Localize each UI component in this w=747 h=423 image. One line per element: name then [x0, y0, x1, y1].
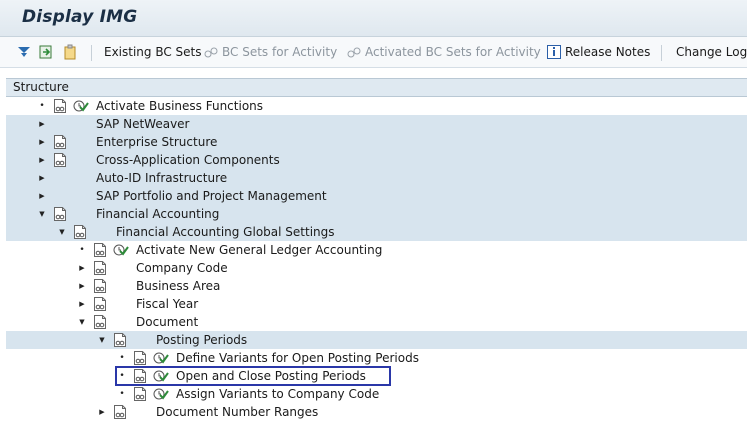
- toolbar-separator: [661, 45, 662, 61]
- tree-node-label[interactable]: Document: [136, 315, 198, 329]
- tree-node[interactable]: ▼ Document: [6, 313, 747, 331]
- img-structure-tree: Structure • Activate Business Functions ▶ S…: [6, 78, 747, 420]
- tree-node-label[interactable]: Enterprise Structure: [96, 135, 217, 149]
- execute-icon[interactable]: [38, 43, 57, 61]
- documentation-icon[interactable]: [93, 260, 107, 276]
- execute-activity-icon[interactable]: [73, 98, 89, 114]
- expand-arrow-icon[interactable]: ▶: [97, 406, 107, 418]
- collapse-arrow-icon[interactable]: ▼: [77, 316, 87, 328]
- tree-node-label[interactable]: Document Number Ranges: [156, 405, 318, 419]
- documentation-icon[interactable]: [53, 152, 67, 168]
- tree-node[interactable]: ▼ Financial Accounting: [6, 205, 747, 223]
- existing-bc-sets-label: Existing BC Sets: [104, 45, 202, 59]
- documentation-icon[interactable]: [133, 386, 147, 402]
- documentation-icon[interactable]: [93, 314, 107, 330]
- documentation-icon[interactable]: [93, 278, 107, 294]
- tree-node[interactable]: ▶ Business Area: [6, 277, 747, 295]
- tree-node[interactable]: • Activate New General Ledger Accounting: [6, 241, 747, 259]
- tree-node-label[interactable]: Fiscal Year: [136, 297, 198, 311]
- tree-node-label[interactable]: Activate Business Functions: [96, 99, 263, 113]
- documentation-icon[interactable]: [133, 350, 147, 366]
- documentation-icon[interactable]: [93, 296, 107, 312]
- documentation-icon[interactable]: [53, 134, 67, 150]
- bc-sets-for-activity-button[interactable]: BC Sets for Activity: [203, 43, 337, 61]
- expand-arrow-icon[interactable]: ▶: [77, 298, 87, 310]
- leaf-bullet-icon: •: [39, 101, 45, 111]
- application-toolbar: Existing BC Sets BC Sets for Activity Ac…: [0, 37, 747, 68]
- tree-node[interactable]: • Assign Variants to Company Code: [6, 385, 747, 403]
- tree-node[interactable]: ▶ SAP NetWeaver: [6, 115, 747, 133]
- selection-highlight: [115, 366, 391, 386]
- existing-bc-sets-button[interactable]: Existing BC Sets: [104, 43, 202, 61]
- tree-node-label[interactable]: Company Code: [136, 261, 228, 275]
- tree-node-label[interactable]: Auto-ID Infrastructure: [96, 171, 227, 185]
- collapse-arrow-icon[interactable]: ▼: [37, 208, 47, 220]
- toolbar-separator: [91, 45, 92, 61]
- tree-node[interactable]: ▶ Enterprise Structure: [6, 133, 747, 151]
- bc-sets-for-activity-label: BC Sets for Activity: [222, 45, 338, 59]
- collapse-arrow-icon[interactable]: ▼: [97, 334, 107, 346]
- tree-node[interactable]: • Activate Business Functions: [6, 97, 747, 115]
- expand-arrow-icon[interactable]: ▶: [77, 280, 87, 292]
- expand-arrow-icon[interactable]: ▶: [37, 154, 47, 166]
- change-log-button[interactable]: Change Log: [676, 43, 747, 61]
- documentation-icon[interactable]: [93, 242, 107, 258]
- release-notes-label: Release Notes: [565, 45, 651, 59]
- tree-node[interactable]: ▶ Cross-Application Components: [6, 151, 747, 169]
- release-notes-button[interactable]: Release Notes: [546, 43, 650, 61]
- documentation-icon[interactable]: [53, 98, 67, 114]
- bc-set-icon: [347, 47, 361, 58]
- documentation-icon[interactable]: [73, 224, 87, 240]
- info-icon: [547, 45, 561, 59]
- structure-header-label: Structure: [13, 80, 69, 94]
- documentation-icon[interactable]: [113, 332, 127, 348]
- tree-node-label[interactable]: Assign Variants to Company Code: [176, 387, 379, 401]
- execute-activity-icon[interactable]: [153, 386, 169, 402]
- tree-node-label[interactable]: Activate New General Ledger Accounting: [136, 243, 382, 257]
- tree-node[interactable]: ▶ SAP Portfolio and Project Management: [6, 187, 747, 205]
- leaf-bullet-icon: •: [119, 353, 125, 363]
- tree-node-label[interactable]: Business Area: [136, 279, 220, 293]
- collapse-arrow-icon[interactable]: ▼: [57, 226, 67, 238]
- tree-node[interactable]: ▶ Auto-ID Infrastructure: [6, 169, 747, 187]
- clipboard-icon[interactable]: [62, 43, 81, 61]
- execute-activity-icon[interactable]: [113, 242, 129, 258]
- tree-node-label[interactable]: SAP Portfolio and Project Management: [96, 189, 327, 203]
- activated-bc-sets-label: Activated BC Sets for Activity: [365, 45, 541, 59]
- expand-arrow-icon[interactable]: ▶: [37, 172, 47, 184]
- tree-node[interactable]: ▶ Fiscal Year: [6, 295, 747, 313]
- tree-node[interactable]: ▼ Financial Accounting Global Settings: [6, 223, 747, 241]
- tree-node-label[interactable]: Financial Accounting: [96, 207, 219, 221]
- tree-node-label[interactable]: Posting Periods: [156, 333, 247, 347]
- documentation-icon[interactable]: [53, 206, 67, 222]
- activated-bc-sets-button[interactable]: Activated BC Sets for Activity: [346, 43, 541, 61]
- expand-arrow-icon[interactable]: ▶: [37, 136, 47, 148]
- tree-node-label[interactable]: SAP NetWeaver: [96, 117, 189, 131]
- tree-node[interactable]: • Define Variants for Open Posting Period…: [6, 349, 747, 367]
- documentation-icon[interactable]: [113, 404, 127, 420]
- bc-set-icon: [204, 47, 218, 58]
- expand-arrow-icon[interactable]: ▶: [77, 262, 87, 274]
- tree-node[interactable]: ▼ Posting Periods: [6, 331, 747, 349]
- tree-node[interactable]: ▶ Document Number Ranges: [6, 403, 747, 421]
- tree-node-label[interactable]: Financial Accounting Global Settings: [116, 225, 335, 239]
- tree-node[interactable]: ▶ Company Code: [6, 259, 747, 277]
- title-bar: Display IMG: [0, 0, 747, 37]
- change-log-label: Change Log: [676, 45, 747, 59]
- leaf-bullet-icon: •: [119, 389, 125, 399]
- tree-node-label[interactable]: Define Variants for Open Posting Periods: [176, 351, 419, 365]
- expand-arrow-icon[interactable]: ▶: [37, 190, 47, 202]
- window-title: Display IMG: [22, 7, 138, 27]
- tree-node-label[interactable]: Cross-Application Components: [96, 153, 280, 167]
- find-icon[interactable]: [16, 43, 35, 61]
- leaf-bullet-icon: •: [79, 245, 85, 255]
- expand-arrow-icon[interactable]: ▶: [37, 118, 47, 130]
- execute-activity-icon[interactable]: [153, 350, 169, 366]
- structure-column-header: Structure: [6, 78, 747, 97]
